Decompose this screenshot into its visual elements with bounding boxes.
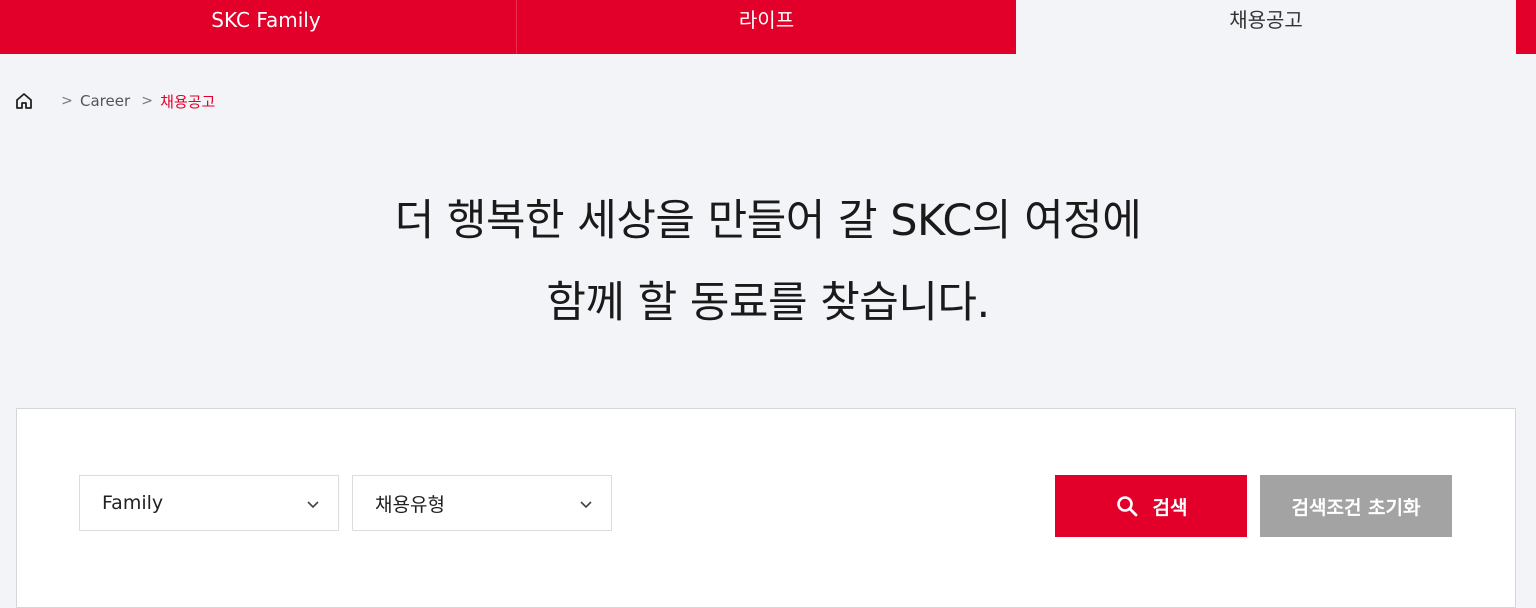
headline-line-1: 더 행복한 세상을 만들어 갈 SKC의 여정에 <box>394 196 1142 246</box>
home-icon[interactable] <box>14 91 34 111</box>
top-navigation: SKC Family 라이프 채용공고 <box>0 0 1536 54</box>
chevron-down-icon <box>307 501 319 509</box>
breadcrumb-current: 채용공고 <box>160 92 216 111</box>
search-button-label: 검색 <box>1152 496 1188 519</box>
breadcrumb: > Career > 채용공고 <box>14 88 223 114</box>
search-icon <box>1116 496 1137 517</box>
breadcrumb-separator: > <box>61 93 73 109</box>
employment-type-select-value: 채용유형 <box>375 493 445 516</box>
nav-edge-left <box>0 0 16 54</box>
page-headline: 더 행복한 세상을 만들어 갈 SKC의 여정에 함께 할 동료를 찾습니다. <box>0 180 1536 344</box>
reset-button-label: 검색조건 초기화 <box>1291 496 1421 519</box>
search-panel: Family 채용유형 검색 검색조건 초기화 <box>16 408 1516 608</box>
employment-type-select[interactable]: 채용유형 <box>352 475 612 531</box>
breadcrumb-separator: > <box>141 93 153 109</box>
tab-job-postings[interactable]: 채용공고 <box>1016 0 1516 54</box>
tab-life[interactable]: 라이프 <box>516 0 1016 54</box>
breadcrumb-career[interactable]: Career <box>80 92 130 110</box>
reset-filters-button[interactable]: 검색조건 초기화 <box>1260 475 1452 537</box>
family-select[interactable]: Family <box>79 475 339 531</box>
nav-edge-right <box>1516 0 1536 54</box>
headline-line-2: 함께 할 동료를 찾습니다. <box>546 278 990 328</box>
search-button[interactable]: 검색 <box>1055 475 1247 537</box>
tab-skc-family[interactable]: SKC Family <box>16 0 516 54</box>
family-select-value: Family <box>102 492 164 514</box>
chevron-down-icon <box>580 501 592 509</box>
